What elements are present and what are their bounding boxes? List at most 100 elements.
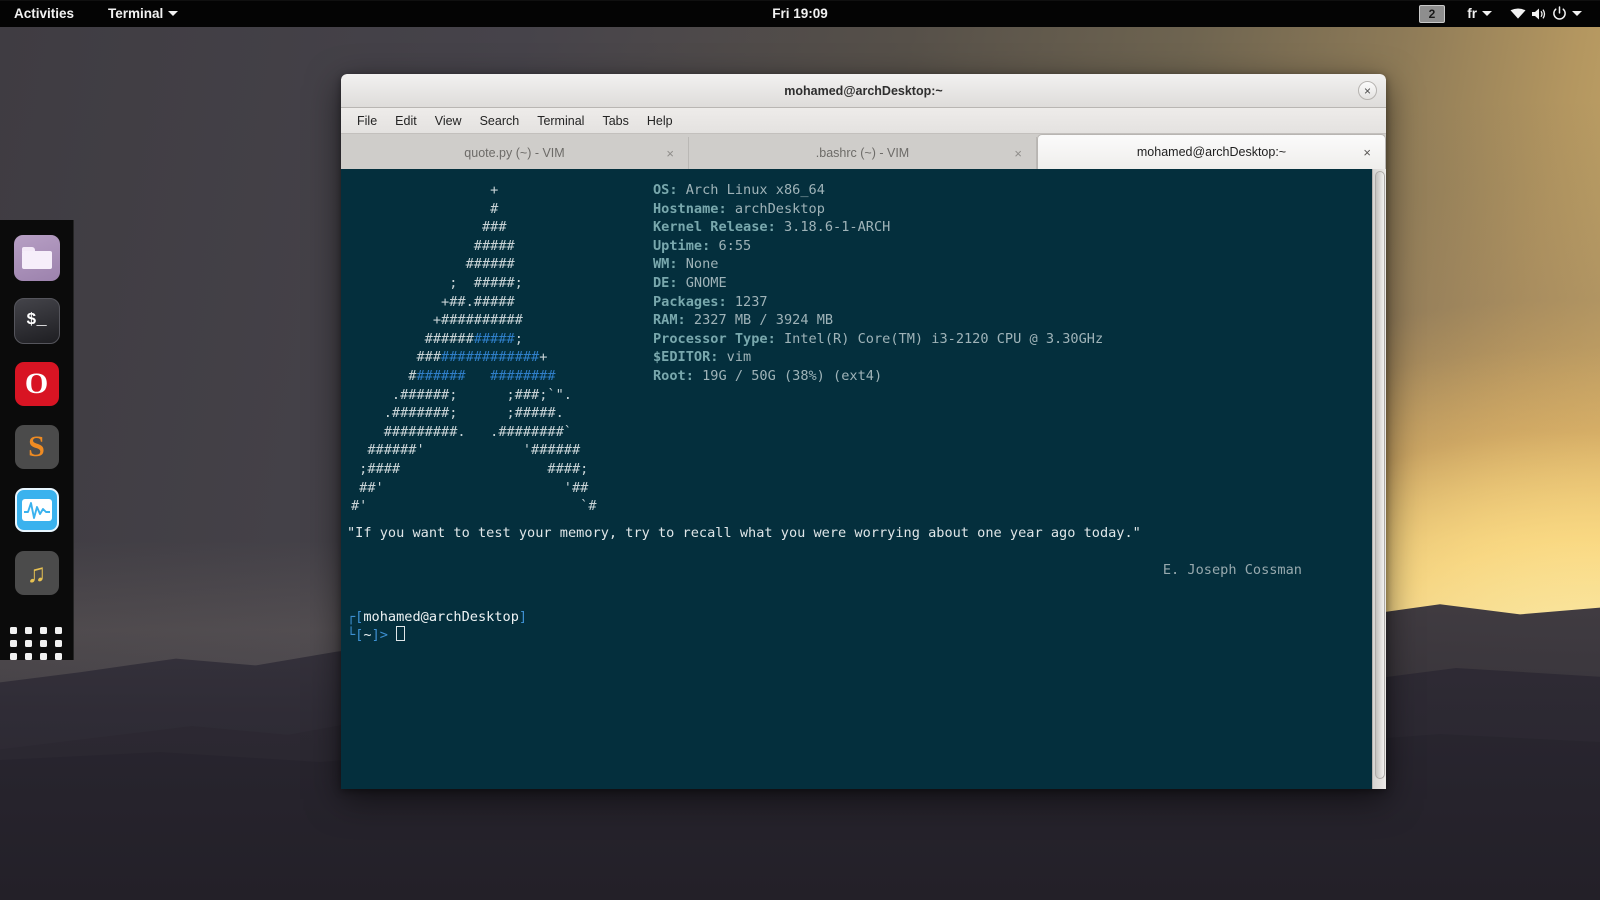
system-status-button[interactable] xyxy=(1502,0,1590,27)
gnome-top-bar: Activities Terminal Fri 19:09 2 fr xyxy=(0,0,1600,27)
tab-quote-py[interactable]: quote.py (~) - VIM × xyxy=(341,137,689,169)
files-icon xyxy=(13,234,60,281)
tab-bar: quote.py (~) - VIM × .bashrc (~) - VIM ×… xyxy=(341,134,1386,169)
neofetch-info-key: Uptime: xyxy=(653,237,711,254)
grid-dot xyxy=(54,653,62,661)
menu-view[interactable]: View xyxy=(427,111,470,131)
prompt-bracket: ]> xyxy=(371,627,388,644)
neofetch-info-row: Root: 19G / 50G (38%) (ext4) xyxy=(653,367,1103,386)
neofetch-info-key: DE: xyxy=(653,274,678,291)
window-titlebar[interactable]: mohamed@archDesktop:~ × xyxy=(341,74,1386,108)
tab-close-icon[interactable]: × xyxy=(1363,146,1371,159)
grid-dot xyxy=(39,640,47,648)
tab-shell[interactable]: mohamed@archDesktop:~ × xyxy=(1037,134,1386,169)
prompt-line-2: └[~]> xyxy=(347,626,1386,645)
tab-close-icon[interactable]: × xyxy=(666,147,674,160)
menu-help[interactable]: Help xyxy=(639,111,681,131)
favorites-dock: $_ O S ♫ xyxy=(0,220,74,661)
prompt-path: ~ xyxy=(363,627,372,644)
menu-edit[interactable]: Edit xyxy=(387,111,425,131)
neofetch-info-key: Packages: xyxy=(653,293,727,310)
arch-ascii-logo: + # ### ##### ###### ; #####; +##.##### … xyxy=(351,182,597,515)
menubar: File Edit View Search Terminal Tabs Help xyxy=(341,108,1386,134)
app-menu-label: Terminal xyxy=(108,6,164,21)
neofetch-info-value: archDesktop xyxy=(726,200,825,217)
neofetch-info-key: Processor Type: xyxy=(653,330,776,347)
prompt-bracket: ] xyxy=(518,608,528,625)
dock-item-files[interactable] xyxy=(9,234,65,281)
neofetch-info-value: 3.18.6-1-ARCH xyxy=(775,219,891,236)
neofetch-info-key: $EDITOR: xyxy=(653,349,719,366)
grid-dot xyxy=(39,653,47,661)
grid-dot xyxy=(54,640,62,648)
close-icon[interactable]: × xyxy=(1358,81,1377,100)
neofetch-info-value: 6:55 xyxy=(710,237,752,254)
dock-item-opera[interactable]: O xyxy=(9,360,65,407)
activities-label: Activities xyxy=(14,6,75,21)
dock-item-terminal[interactable]: $_ xyxy=(9,297,65,344)
workspace-indicator[interactable]: 2 xyxy=(1418,4,1446,23)
keyboard-layout-label: fr xyxy=(1467,6,1477,21)
grid-dot xyxy=(24,653,32,661)
clock[interactable]: Fri 19:09 xyxy=(0,6,1600,21)
neofetch-info-row: Kernel Release: 3.18.6-1-ARCH xyxy=(653,218,1103,237)
neofetch-info-row: Uptime: 6:55 xyxy=(653,237,1103,256)
menu-file[interactable]: File xyxy=(349,111,385,131)
menu-tabs[interactable]: Tabs xyxy=(594,111,636,131)
grid-dot xyxy=(9,640,17,648)
scrollbar-thumb[interactable] xyxy=(1375,171,1385,779)
neofetch-info-value: Arch Linux x86_64 xyxy=(677,182,825,198)
dock-item-system-monitor[interactable] xyxy=(9,487,65,534)
neofetch-info-row: Packages: 1237 xyxy=(653,293,1103,312)
app-menu-button[interactable]: Terminal xyxy=(98,0,188,27)
prompt-bracket: └[ xyxy=(347,627,364,644)
volume-icon xyxy=(1532,8,1546,19)
music-icon: ♫ xyxy=(14,551,59,596)
quote-text: "If you want to test your memory, try to… xyxy=(347,524,1141,541)
prompt-line-1: ┌[mohamed@archDesktop] xyxy=(347,608,1386,627)
neofetch-info-row: Processor Type: Intel(R) Core(TM) i3-212… xyxy=(653,330,1103,349)
sublime-text-icon: S xyxy=(14,425,59,470)
neofetch-info-row: WM: None xyxy=(653,255,1103,274)
grid-dot xyxy=(24,640,32,648)
terminal-scrollbar[interactable] xyxy=(1372,169,1386,789)
prompt-user-host: mohamed@archDesktop xyxy=(363,608,519,625)
tab-label: mohamed@archDesktop:~ xyxy=(1136,145,1287,159)
terminal-screen[interactable]: + # ### ##### ###### ; #####; +##.##### … xyxy=(341,169,1386,789)
neofetch-info-key: Kernel Release: xyxy=(653,219,776,236)
status-area: 2 fr xyxy=(1418,0,1600,27)
dock-item-music[interactable]: ♫ xyxy=(9,550,65,597)
neofetch-info-value: 2327 MB / 3924 MB xyxy=(685,312,834,329)
power-icon xyxy=(1553,6,1566,20)
quote-author: E. Joseph Cossman xyxy=(1162,562,1302,579)
activities-button[interactable]: Activities xyxy=(4,0,84,27)
neofetch-info-list: OS: Arch Linux x86_64 Hostname: archDeskt… xyxy=(645,181,1103,516)
neofetch-info-value: 1237 xyxy=(726,293,768,310)
dock-item-sublime-text[interactable]: S xyxy=(9,424,65,471)
keyboard-layout-button[interactable]: fr xyxy=(1459,0,1500,27)
tab-close-icon[interactable]: × xyxy=(1014,147,1022,160)
menu-search[interactable]: Search xyxy=(472,111,528,131)
tab-bashrc[interactable]: .bashrc (~) - VIM × xyxy=(689,137,1037,169)
system-monitor-icon xyxy=(14,488,59,533)
grid-dot xyxy=(9,653,17,661)
menu-terminal[interactable]: Terminal xyxy=(529,111,592,131)
wifi-icon xyxy=(1510,8,1526,19)
chevron-down-icon xyxy=(1482,11,1492,16)
neofetch-info-value: vim xyxy=(718,349,752,366)
neofetch-info-value: Intel(R) Core(TM) i3-2120 CPU @ 3.30GHz xyxy=(775,330,1104,347)
neofetch-info-row: $EDITOR: vim xyxy=(653,348,1103,367)
neofetch-info-row: Hostname: archDesktop xyxy=(653,200,1103,219)
show-applications-button[interactable] xyxy=(9,627,64,661)
neofetch-info-row: DE: GNOME xyxy=(653,274,1103,293)
neofetch-info-row: OS: Arch Linux x86_64 xyxy=(653,181,1103,200)
chevron-down-icon xyxy=(1572,11,1582,16)
neofetch-info-value: None xyxy=(677,256,719,273)
text-cursor xyxy=(396,626,406,642)
neofetch-info-key: Hostname: xyxy=(653,200,727,217)
grid-dot xyxy=(9,627,17,635)
neofetch-info-key: Root: xyxy=(653,367,694,384)
grid-dot xyxy=(39,627,47,635)
tab-label: .bashrc (~) - VIM xyxy=(815,146,910,160)
neofetch-info-value: 19G / 50G (38%) (ext4) xyxy=(693,367,883,384)
